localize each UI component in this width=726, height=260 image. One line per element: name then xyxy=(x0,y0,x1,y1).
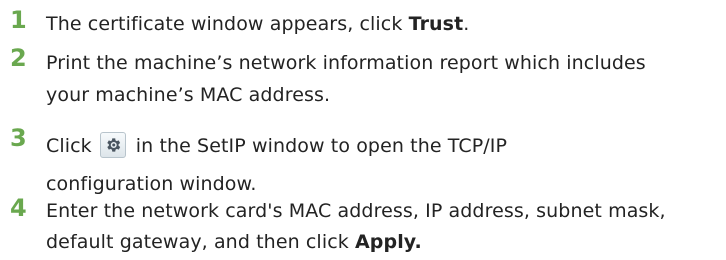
step-number: 4 xyxy=(10,194,27,222)
trust-keyword: Trust xyxy=(408,13,464,35)
step-number: 1 xyxy=(10,6,27,34)
step-text: Print the machine’s network information … xyxy=(46,52,646,106)
step-number: 3 xyxy=(10,124,27,152)
step-text: Enter the network card's MAC address, IP… xyxy=(46,196,714,258)
settings-gear-icon xyxy=(99,132,126,158)
apply-keyword: Apply. xyxy=(354,231,422,253)
step-text: The certificate window appears, click Tr… xyxy=(46,9,718,39)
step-text-part: . xyxy=(463,13,470,35)
instruction-steps: 1 The certificate window appears, click … xyxy=(0,0,726,260)
step-text-part: Click xyxy=(46,135,92,157)
step-number: 2 xyxy=(10,44,27,72)
step-text-part: The certificate window appears, click xyxy=(46,13,409,35)
step-text: Click in the SetIP window to open the TCP… xyxy=(46,127,606,203)
